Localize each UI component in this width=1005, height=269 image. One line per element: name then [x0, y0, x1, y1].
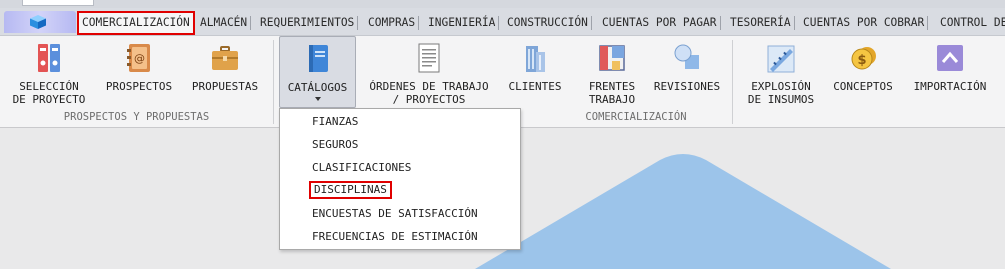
shapes-icon: [674, 44, 699, 69]
cube-icon: [30, 15, 46, 29]
ordenes-label: ÓRDENES DE TRABAJO / PROYECTOS: [369, 80, 489, 106]
catalogos-button[interactable]: CATÁLOGOS: [279, 36, 356, 108]
tab-cuentas-por-cobrar[interactable]: CUENTAS POR COBRAR: [800, 12, 929, 34]
menu-tab-bar: COMERCIALIZACIÓN ALMACÉN REQUERIMIENTOS …: [0, 8, 1005, 36]
book-icon: [308, 45, 328, 72]
top-field[interactable]: [22, 0, 94, 6]
prospectos-button[interactable]: @ PROSPECTOS: [100, 36, 178, 110]
chevron-down-icon: [314, 97, 321, 101]
frentes-label: FRENTES TRABAJO: [588, 80, 636, 106]
importacion-button[interactable]: IMPORTACIÓN: [906, 36, 994, 110]
seleccion-label: SELECCIÓN DE PROYECTO: [12, 80, 86, 106]
tab-cuentas-por-pagar[interactable]: CUENTAS POR PAGAR: [599, 12, 721, 34]
tab-compras[interactable]: COMPRAS: [365, 12, 420, 34]
tab-control-de[interactable]: CONTROL DE: [937, 12, 1005, 34]
group-separator: [273, 40, 274, 124]
binders-icon: [38, 44, 60, 72]
tab-tesoreria[interactable]: TESORERÍA: [727, 12, 795, 34]
propuestas-button[interactable]: PROPUESTAS: [184, 36, 266, 110]
menu-item-disciplinas[interactable]: DISCIPLINAS: [309, 181, 392, 199]
menu-item-seguros[interactable]: SEGUROS: [312, 136, 358, 154]
tab-requerimientos[interactable]: REQUERIMIENTOS: [257, 12, 359, 34]
svg-text:$: $: [857, 53, 866, 68]
ruler-icon: [767, 45, 795, 73]
explosion-label: EXPLOSIÓN DE INSUMOS: [747, 80, 815, 106]
briefcase-icon: [212, 46, 238, 70]
coins-icon: $: [851, 47, 876, 70]
building-icon: [526, 46, 545, 72]
conceptos-label: CONCEPTOS: [833, 80, 893, 93]
propuestas-label: PROPUESTAS: [191, 80, 259, 93]
menu-item-fianzas[interactable]: FIANZAS: [312, 113, 358, 131]
frentes-trabajo-button[interactable]: FRENTES TRABAJO: [578, 36, 646, 110]
group-label-prospectos: PROSPECTOS Y PROPUESTAS: [63, 111, 210, 123]
menu-item-encuestas-de-satisfaccion[interactable]: ENCUESTAS DE SATISFACCIÓN: [312, 205, 478, 223]
menu-item-frecuencias-de-estimacion[interactable]: FRECUENCIAS DE ESTIMACIÓN: [312, 228, 478, 246]
catalogos-dropdown-menu: FIANZAS SEGUROS CLASIFICACIONES DISCIPLI…: [279, 108, 521, 250]
address-book-icon: @: [127, 44, 150, 72]
chevron-up-icon: [937, 45, 963, 71]
seleccion-de-proyecto-button[interactable]: SELECCIÓN DE PROYECTO: [6, 36, 92, 110]
document-icon: [418, 43, 440, 73]
tab-comercializacion[interactable]: COMERCIALIZACIÓN: [77, 11, 195, 35]
conceptos-button[interactable]: $ CONCEPTOS: [827, 36, 899, 110]
floor-plan-icon: [599, 45, 625, 71]
clientes-button[interactable]: CLIENTES: [503, 36, 567, 110]
importacion-label: IMPORTACIÓN: [913, 80, 987, 93]
svg-text:@: @: [134, 52, 145, 65]
explosion-de-insumos-button[interactable]: EXPLOSIÓN DE INSUMOS: [741, 36, 821, 110]
catalogos-label: CATÁLOGOS: [287, 81, 348, 94]
revisiones-label: REVISIONES: [653, 80, 721, 93]
revisiones-button[interactable]: REVISIONES: [648, 36, 726, 110]
clientes-label: CLIENTES: [508, 80, 562, 93]
tab-ingenieria[interactable]: INGENIERÍA: [425, 12, 500, 34]
application-menu-button[interactable]: [4, 11, 76, 33]
tab-almacen[interactable]: ALMACÉN: [197, 12, 252, 34]
group-label-comercializacion: COMERCIALIZACIÓN: [585, 111, 687, 123]
ordenes-de-trabajo-button[interactable]: ÓRDENES DE TRABAJO / PROYECTOS: [360, 36, 498, 110]
tab-construccion[interactable]: CONSTRUCCIÓN: [504, 12, 592, 34]
title-strip: [0, 0, 1005, 8]
prospectos-label: PROSPECTOS: [105, 80, 173, 93]
menu-item-clasificaciones[interactable]: CLASIFICACIONES: [312, 159, 411, 177]
